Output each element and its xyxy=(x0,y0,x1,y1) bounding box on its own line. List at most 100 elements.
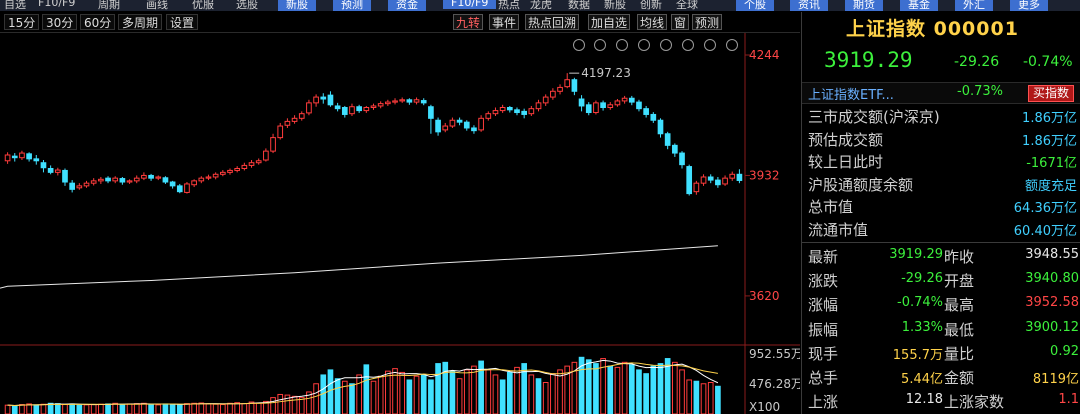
settings-button[interactable]: 设置 xyxy=(166,14,199,30)
quote-footer-item: 上涨家数 xyxy=(944,393,1005,412)
candle-body xyxy=(234,168,241,171)
camera-icon[interactable] xyxy=(660,39,672,51)
tab-hot[interactable]: 热点 xyxy=(498,0,520,11)
etf-link[interactable]: 上证指数ETF... xyxy=(808,84,894,103)
buy-index-button[interactable]: 买指数 xyxy=(1028,85,1075,102)
candle-body xyxy=(628,97,635,103)
candle-body xyxy=(270,137,276,152)
volume-bar xyxy=(413,375,420,414)
save-icon[interactable] xyxy=(682,39,694,51)
candle-body xyxy=(133,177,140,182)
volume-bar xyxy=(707,382,714,414)
candle-body xyxy=(155,176,162,179)
volume-bar xyxy=(628,364,635,414)
candle-body xyxy=(69,182,75,190)
tab-fund[interactable]: 基金 xyxy=(900,0,938,11)
hot-review-button[interactable]: 热点回溯 xyxy=(525,14,580,30)
menu-item-select[interactable]: 选股 xyxy=(236,0,258,11)
volume-bar xyxy=(162,403,169,414)
volume-bar xyxy=(54,403,61,414)
period-30min-button[interactable]: 30分 xyxy=(42,14,78,30)
tab-innovate[interactable]: 创新 xyxy=(640,0,662,11)
menu-item-draw[interactable]: 画线 xyxy=(146,0,168,11)
info-label: 三市成交额(沪深京) xyxy=(808,108,940,126)
tab-global[interactable]: 全球 xyxy=(676,0,698,11)
menu-item-f10[interactable]: F10/F9 xyxy=(38,0,75,9)
volume-bar xyxy=(356,374,362,414)
kline-chart[interactable]: 4244 3932 3620 4197.23 952.55万 476.28万 X100 xyxy=(0,33,800,414)
info-value: -1671亿 xyxy=(1026,156,1077,171)
window-button[interactable]: 窗 xyxy=(671,14,690,30)
volume-bar xyxy=(4,404,11,414)
lock-icon[interactable] xyxy=(638,39,650,51)
volume-bar xyxy=(607,365,614,414)
tab-dragon[interactable]: 龙虎 xyxy=(530,0,552,11)
candle-body xyxy=(578,98,585,107)
candle-body xyxy=(621,97,628,102)
events-button[interactable]: 事件 xyxy=(489,14,520,30)
candle-body xyxy=(607,104,614,109)
nine-turn-button[interactable]: 九转 xyxy=(453,14,484,30)
moving-average-button[interactable]: 均线 xyxy=(637,14,668,30)
period-15min-button[interactable]: 15分 xyxy=(4,14,40,30)
gear-icon[interactable] xyxy=(573,39,585,51)
tab-news[interactable]: 资讯 xyxy=(790,0,828,11)
volume-bar xyxy=(40,403,47,414)
menu-item-service[interactable]: 优服 xyxy=(192,0,214,11)
candle-body xyxy=(363,107,370,112)
menu-item-favorites[interactable]: 自选 xyxy=(4,0,26,11)
tab-funds[interactable]: 资金 xyxy=(388,0,426,11)
candle-body xyxy=(499,107,506,112)
candle-body xyxy=(643,108,649,115)
tab-data[interactable]: 数据 xyxy=(568,0,590,11)
candle-body xyxy=(26,153,32,160)
pen-icon[interactable] xyxy=(594,39,606,51)
volume-bar xyxy=(313,383,319,414)
candle-body xyxy=(126,180,133,183)
period-60min-button[interactable]: 60分 xyxy=(80,14,116,30)
candle-body xyxy=(263,150,269,161)
zoom-out-icon[interactable] xyxy=(726,39,738,51)
info-label: 流通市值 xyxy=(808,220,869,239)
quote-label: 最新 xyxy=(808,248,839,266)
candle-body xyxy=(557,86,563,92)
quote-value: 3940.80 xyxy=(1025,271,1079,287)
volume-bar xyxy=(442,361,449,414)
candle-body xyxy=(399,99,406,102)
y-tick-label: 4244 xyxy=(749,48,780,62)
info-label: 预估成交额 xyxy=(808,130,884,149)
info-row: 预估成交额 1.86万亿 xyxy=(802,128,1080,150)
zoom-in-icon[interactable] xyxy=(704,39,716,51)
volume-bar xyxy=(212,403,219,414)
volume-bar xyxy=(420,374,427,414)
forecast-button[interactable]: 预测 xyxy=(692,14,723,30)
quote-label: 振幅 xyxy=(808,320,839,339)
candle-body xyxy=(320,96,327,100)
menu-item-period[interactable]: 周期 xyxy=(98,0,120,11)
tab-forex[interactable]: 外汇 xyxy=(955,0,993,11)
candle-body xyxy=(306,102,312,114)
eye-icon[interactable] xyxy=(616,39,628,51)
add-favorite-button[interactable]: 加自选 xyxy=(588,14,631,30)
tab-newstock[interactable]: 新股 xyxy=(604,0,626,11)
info-row: 沪股通额度余额 额度充足 xyxy=(802,173,1080,195)
multi-period-button[interactable]: 多周期 xyxy=(118,14,163,30)
quote-label: 最低 xyxy=(944,320,975,339)
candle-body xyxy=(198,177,205,182)
candle-body xyxy=(62,169,68,183)
tab-forecast[interactable]: 预测 xyxy=(333,0,371,11)
tab-more[interactable]: 更多 xyxy=(1010,0,1048,11)
candle-body xyxy=(105,177,111,182)
volume-bar xyxy=(349,383,355,414)
quote-value: -0.74% xyxy=(897,295,943,311)
volume-bar xyxy=(406,379,413,414)
candle-body xyxy=(227,169,233,173)
tab-f10[interactable]: F10/F9 xyxy=(443,0,497,9)
tab-ipo[interactable]: 新股 xyxy=(278,0,316,11)
volume-bar xyxy=(672,361,678,414)
tab-futures[interactable]: 期货 xyxy=(845,0,883,11)
candle-body xyxy=(176,185,183,193)
volume-bar xyxy=(535,378,542,414)
quote-label: 昨收 xyxy=(944,248,975,266)
tab-stock[interactable]: 个股 xyxy=(736,0,774,11)
